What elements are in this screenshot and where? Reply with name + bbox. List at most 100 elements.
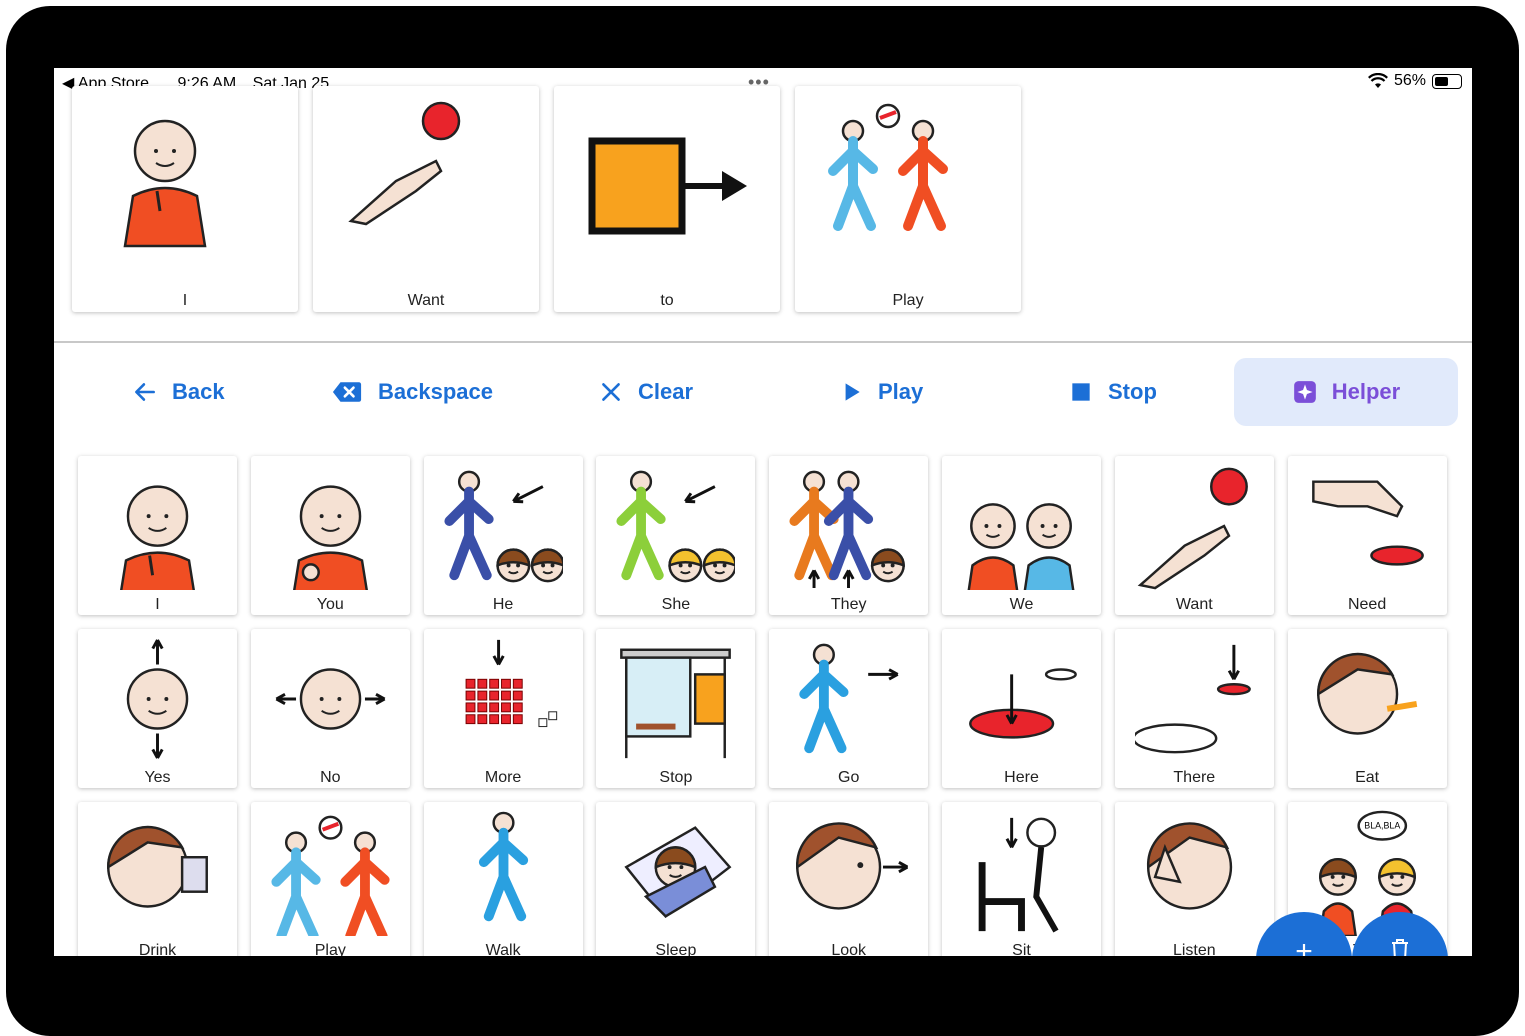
head-listening-icon: [1146, 822, 1232, 910]
app-screen: ◀ App Store 9:26 AM Sat Jan 25 ••• 56% I…: [54, 68, 1472, 956]
symbol-tile[interactable]: Yes: [78, 629, 237, 788]
svg-text:BLA,BLA: BLA,BLA: [1364, 821, 1400, 831]
symbol-tile[interactable]: Look: [769, 802, 929, 956]
clear-label: Clear: [638, 379, 694, 404]
symbol-tile[interactable]: We: [942, 456, 1101, 615]
symbol-tile[interactable]: Eat: [1287, 629, 1447, 788]
bus-stop-icon: [620, 648, 732, 759]
symbol-tile-label: Here: [1004, 769, 1039, 786]
symbol-tile[interactable]: Listen: [1114, 802, 1274, 956]
symbol-tile[interactable]: There: [1114, 629, 1274, 788]
back-button[interactable]: Back: [132, 358, 225, 426]
person-pointing-you-icon: [292, 485, 368, 590]
symbol-tile-label: Eat: [1355, 769, 1380, 786]
symbol-tile-label: We: [1009, 596, 1034, 613]
symbol-tile-label: Listen: [1172, 942, 1216, 956]
sentence-card-label: Want: [407, 292, 445, 309]
person-sleeping-icon: [624, 826, 732, 919]
symbol-tile-label: Sleep: [655, 942, 697, 956]
person-pointing-self-icon: [120, 485, 195, 590]
symbol-tile[interactable]: Stop: [596, 629, 756, 788]
symbol-tile[interactable]: Sit: [942, 802, 1101, 956]
symbol-tile-label: He: [492, 596, 514, 613]
hand-pinch-icon: [1311, 480, 1424, 566]
symbol-tile-label: Go: [838, 769, 860, 786]
toolbar: Back Backspace Clear Play Stop Helper: [54, 358, 1472, 426]
symbol-tile[interactable]: Walk: [423, 802, 583, 956]
arrow-left-icon: [135, 383, 155, 401]
symbol-tile-label: They: [830, 596, 867, 613]
hand-reaching-ball-icon: [348, 101, 461, 226]
head-looking-icon: [796, 822, 909, 910]
symbol-tile[interactable]: More: [423, 629, 583, 788]
person-drinking-icon: [107, 825, 208, 908]
play-label: Play: [878, 379, 924, 404]
symbol-tile[interactable]: They: [769, 456, 929, 615]
symbol-tile-label: There: [1173, 769, 1216, 786]
sentence-card[interactable]: I: [72, 86, 298, 312]
helper-button[interactable]: Helper: [1234, 358, 1458, 426]
spot-here-icon: [969, 668, 1077, 739]
symbol-tile[interactable]: He: [423, 456, 583, 615]
play-button[interactable]: Play: [838, 358, 923, 426]
sparkle-icon: [1293, 381, 1316, 403]
head-shake-icon: [275, 668, 386, 730]
sentence-card-label: Play: [892, 292, 924, 309]
plus-icon: +: [1295, 935, 1313, 956]
person-eating-icon: [1316, 652, 1417, 735]
symbol-tile-label: Walk: [485, 942, 521, 956]
symbol-tile-label: I: [155, 596, 160, 613]
symbol-tile[interactable]: Play: [250, 802, 410, 956]
spot-there-icon: [1134, 644, 1251, 754]
girl-arrow-icon: [616, 470, 736, 583]
backspace-label: Backspace: [378, 379, 493, 404]
symbol-tile[interactable]: Sleep: [596, 802, 756, 956]
symbol-tile-label: Play: [314, 942, 346, 956]
symbol-tile-label: More: [484, 769, 522, 786]
person-pointing-self-icon: [123, 119, 207, 248]
symbol-tile-label: Stop: [659, 769, 693, 786]
symbol-tile[interactable]: Here: [942, 629, 1101, 788]
person-walking-arrow-icon: [799, 643, 899, 754]
backspace-button[interactable]: Backspace: [330, 358, 493, 426]
sentence-card-label: to: [660, 292, 674, 309]
divider: [54, 341, 1472, 343]
person-sitting-icon: [978, 817, 1059, 933]
symbol-tile-label: Look: [831, 942, 867, 956]
back-label: Back: [172, 379, 225, 404]
stop-button[interactable]: Stop: [1068, 358, 1157, 426]
sentence-card[interactable]: Want: [313, 86, 539, 312]
head-nod-icon: [126, 639, 189, 759]
close-icon: [602, 383, 620, 401]
symbol-tile[interactable]: Need: [1287, 456, 1447, 615]
hand-reaching-ball-icon: [1137, 467, 1248, 590]
sentence-card-label: I: [182, 292, 188, 309]
two-people-icon: [967, 503, 1075, 590]
children-playing-ball-icon: [271, 815, 390, 936]
boy-arrow-icon: [444, 470, 563, 583]
symbol-tile[interactable]: She: [596, 456, 756, 615]
stop-icon: [1072, 383, 1090, 401]
symbol-tile-label: Want: [1175, 596, 1213, 613]
sentence-card[interactable]: to: [554, 86, 780, 312]
trash-icon: [1392, 939, 1408, 956]
symbol-tile-label: No: [320, 769, 341, 786]
play-icon: [845, 383, 860, 401]
symbol-tile-label: Drink: [138, 942, 177, 956]
children-playing-ball-icon: [828, 103, 948, 231]
symbol-tile[interactable]: No: [250, 629, 410, 788]
symbol-tile[interactable]: Drink: [78, 802, 237, 956]
symbol-tile[interactable]: Want: [1114, 456, 1274, 615]
symbol-tile-label: Need: [1347, 596, 1387, 613]
sentence-strip[interactable]: I Want to Play: [54, 86, 1472, 340]
symbol-tile[interactable]: I: [78, 456, 237, 615]
square-arrow-icon: [588, 137, 747, 235]
helper-label: Helper: [1331, 379, 1401, 404]
symbol-tile[interactable]: Go: [769, 629, 929, 788]
symbol-tile[interactable]: You: [250, 456, 410, 615]
symbol-tile-label: Yes: [144, 769, 171, 786]
backspace-icon: [332, 382, 362, 402]
clear-button[interactable]: Clear: [598, 358, 693, 426]
sentence-card[interactable]: Play: [795, 86, 1021, 312]
symbol-tile-label: You: [316, 596, 344, 613]
